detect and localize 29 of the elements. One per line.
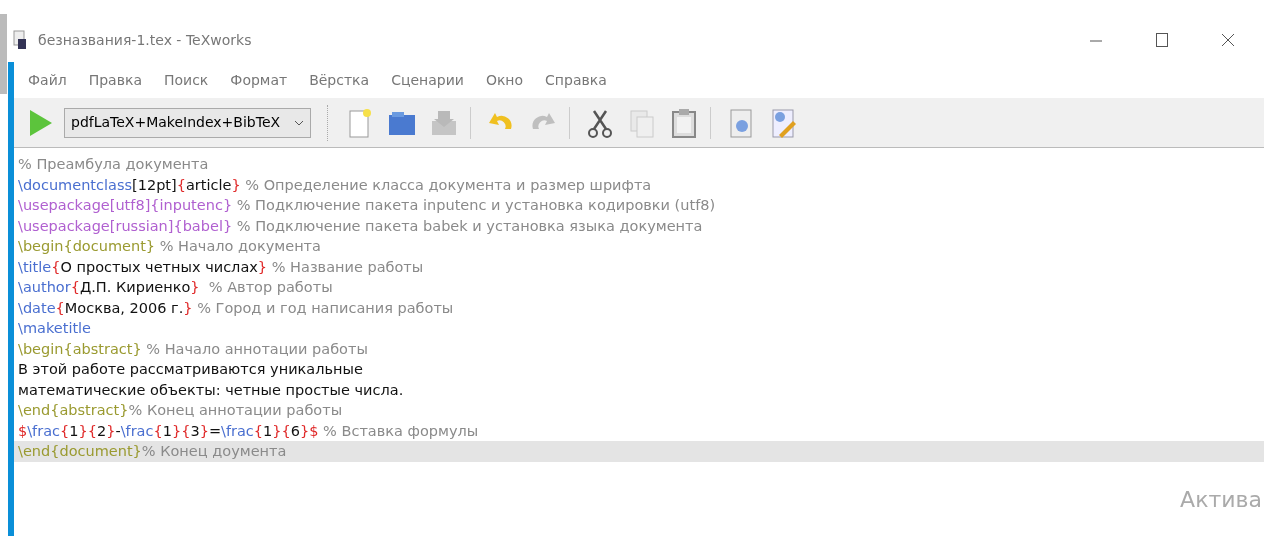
activation-overlay-text: Актива <box>1180 486 1262 514</box>
document-icon <box>12 30 28 50</box>
window-title: безназвания-1.tex - TeXworks <box>38 30 252 50</box>
code-line: \begin{document} % Начало документа <box>17 237 322 256</box>
maximize-icon[interactable] <box>1154 32 1170 48</box>
code-line: \usepackage[utf8]{inputenc} % Подключение пакета inputenc и установка кодировки (utf8) <box>17 196 717 215</box>
menu-item[interactable]: Сценарии <box>391 69 464 91</box>
code-line: % Преамбула документа <box>17 155 210 174</box>
chevron-icon <box>294 119 305 126</box>
code-line: \author{Д.П. Кириенко} % Автор работы <box>17 278 334 297</box>
engine-dropdown[interactable]: pdfLaTeX+MakeIndex+BibTeX <box>64 107 312 138</box>
close-icon[interactable] <box>1220 32 1236 48</box>
menu-item[interactable]: Справка <box>545 69 607 91</box>
code-line: \maketitle <box>17 319 93 338</box>
code-line: математические объекты: четные простые числа. <box>17 380 405 400</box>
code-line: \end{abstract}% Конец аннотации работы <box>17 401 344 420</box>
menu-item[interactable]: Вёрстка <box>309 69 370 91</box>
code-line: $\frac{1}{2}-\frac{1}{3}=\frac{1}{6}$ % Вставка формулы <box>17 421 480 441</box>
code-line: \date{Москва, 2006 г.} % Город и год написания работы <box>17 298 455 318</box>
code-line: \title{О простых четных числах} % Название работы <box>17 257 425 277</box>
code-line: \usepackage[russian]{babel} % Подключение пакета babek и установка языка документа <box>17 216 704 236</box>
menu-item[interactable]: Окно <box>485 69 524 91</box>
menu-item[interactable]: Файл <box>28 69 67 91</box>
menu-item[interactable]: Формат <box>230 69 288 91</box>
menu-item[interactable]: Поиск <box>163 69 209 91</box>
code-line: \begin{abstract} % Начало аннотации работы <box>17 339 369 359</box>
code-line: В этой работе рассматриваются уникальные <box>17 360 364 379</box>
code-line: \documentclass[12pt]{article} % Определение класса документа и размер шрифта <box>17 175 653 195</box>
menu-item[interactable]: Правка <box>88 69 142 91</box>
